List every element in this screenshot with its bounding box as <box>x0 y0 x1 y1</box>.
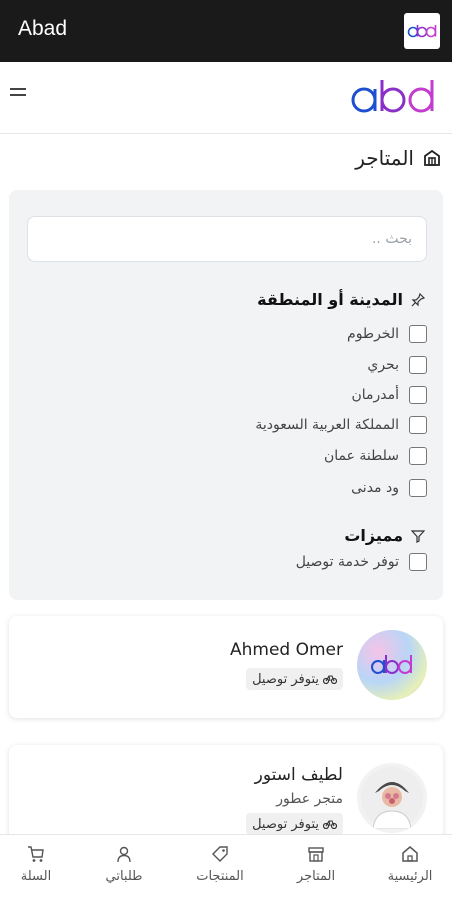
abd-logo-avatar <box>357 630 427 700</box>
nav-label: السلة <box>20 869 52 884</box>
nav-stores[interactable]: المتاجر <box>276 845 356 884</box>
option-label: توفر خدمة توصيل <box>295 554 399 570</box>
nav-label: الرئيسية <box>387 869 433 884</box>
checkbox[interactable] <box>409 386 427 404</box>
bicycle-icon <box>323 675 337 684</box>
badge-label: يتوفر توصيل <box>252 671 319 687</box>
nav-label: المتاجر <box>296 869 336 884</box>
option-label: المملكة العربية السعودية <box>255 417 399 433</box>
checkbox[interactable] <box>409 416 427 434</box>
store-category: متجر عطور <box>276 791 343 807</box>
store-name[interactable]: لطيف استور <box>255 765 343 785</box>
page-title-text: المتاجر <box>355 146 414 170</box>
app-titlebar: Abad <box>0 0 452 62</box>
region-option-bahri[interactable]: بحري <box>367 354 427 376</box>
option-label: الخرطوم <box>347 326 399 342</box>
site-header <box>0 62 452 134</box>
bicycle-icon <box>323 820 337 829</box>
nav-products[interactable]: المنتجات <box>180 845 260 884</box>
user-icon <box>117 846 131 863</box>
option-label: بحري <box>367 357 399 373</box>
option-label: ود مدنى <box>351 480 399 496</box>
filter-panel: المدينة أو المنطقة الخرطوم بحري أمدرمان … <box>9 190 443 600</box>
option-label: أمدرمان <box>351 387 399 403</box>
filter-icon <box>411 529 425 543</box>
abd-logo-icon <box>404 13 440 49</box>
home-icon <box>402 846 418 862</box>
store-icon <box>308 847 324 862</box>
cart-icon <box>28 846 44 862</box>
store-icon <box>424 149 440 166</box>
store-name[interactable]: Ahmed Omer <box>230 640 343 660</box>
region-option-omdurman[interactable]: أمدرمان <box>351 384 427 406</box>
nav-home[interactable]: الرئيسية <box>370 845 450 884</box>
option-label: سلطنة عمان <box>323 448 399 464</box>
badge-label: يتوفر توصيل <box>252 816 319 832</box>
region-option-oman[interactable]: سلطنة عمان <box>324 445 427 467</box>
page-title: المتاجر <box>355 144 442 172</box>
features-filter-title: مميزات <box>344 526 425 545</box>
pin-icon <box>411 292 425 306</box>
region-option-khartoum[interactable]: الخرطوم <box>347 323 427 345</box>
region-filter-title: المدينة أو المنطقة <box>257 290 425 309</box>
nav-cart[interactable]: السلة <box>0 845 76 884</box>
checkbox[interactable] <box>409 356 427 374</box>
person-avatar <box>357 763 427 833</box>
checkbox[interactable] <box>409 479 427 497</box>
checkbox[interactable] <box>409 325 427 343</box>
store-card[interactable]: Ahmed Omer يتوفر توصيل <box>9 616 443 718</box>
tag-icon <box>212 846 228 862</box>
region-option-wad-madani[interactable]: ود مدنى <box>351 477 427 499</box>
checkbox[interactable] <box>409 553 427 571</box>
region-filter-label: المدينة أو المنطقة <box>257 290 403 309</box>
bottom-nav: الرئيسية المتاجر المنتجات طلباتي السلة <box>0 834 452 900</box>
site-logo[interactable] <box>348 76 438 116</box>
region-option-saudi-arabia[interactable]: المملكة العربية السعودية <box>255 414 427 436</box>
delivery-badge: يتوفر توصيل <box>246 813 343 835</box>
hamburger-icon[interactable] <box>10 88 26 102</box>
nav-label: طلباتي <box>105 869 143 884</box>
checkbox[interactable] <box>409 447 427 465</box>
search-input[interactable] <box>27 216 427 262</box>
features-filter-label: مميزات <box>344 526 403 545</box>
nav-label: المنتجات <box>196 869 244 884</box>
app-title: Abad <box>18 17 68 40</box>
feature-option-delivery[interactable]: توفر خدمة توصيل <box>296 551 427 573</box>
nav-orders[interactable]: طلباتي <box>84 845 164 884</box>
delivery-badge: يتوفر توصيل <box>246 668 343 690</box>
